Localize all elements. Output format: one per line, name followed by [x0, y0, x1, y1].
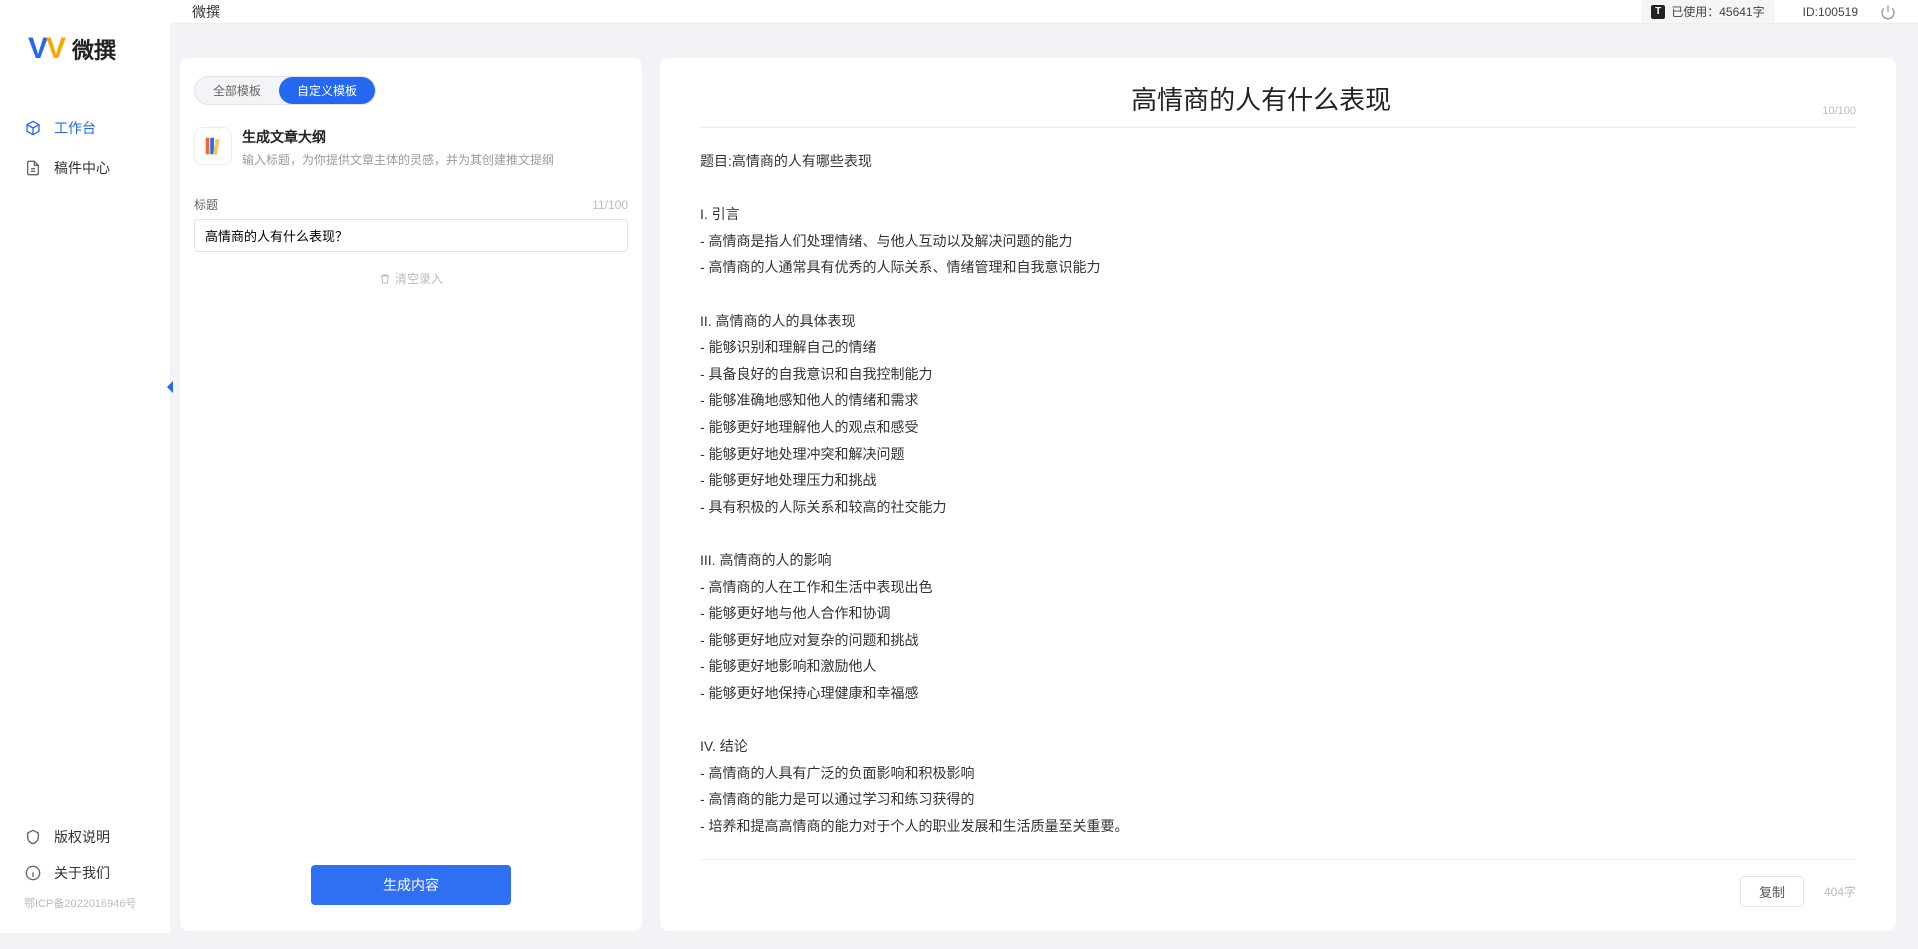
- copy-button[interactable]: 复制: [1740, 876, 1804, 907]
- generate-button[interactable]: 生成内容: [311, 865, 511, 905]
- info-icon: [24, 864, 42, 882]
- sidebar-item-about[interactable]: 关于我们: [0, 855, 170, 891]
- tab-all-templates[interactable]: 全部模板: [195, 77, 279, 104]
- document-title-counter: 10/100: [1822, 105, 1856, 117]
- books-icon: [194, 127, 232, 165]
- main: 微撰 T 已使用： 45641字 ID:100519 全部模板 自定义模板: [170, 0, 1918, 933]
- sidebar-item-label: 工作台: [54, 118, 96, 138]
- document-title[interactable]: 高情商的人有什么表现: [700, 80, 1822, 117]
- word-count: 404字: [1824, 883, 1856, 900]
- usage-pill[interactable]: T 已使用： 45641字: [1641, 0, 1774, 23]
- template-desc: 输入标题，为你提供文章主体的灵感，并为其创建推文提纲: [242, 151, 554, 168]
- title-form: 标题 11/100 清空录入: [180, 182, 642, 287]
- clear-input-button[interactable]: 清空录入: [194, 270, 628, 287]
- logo-text: 微撰: [72, 33, 116, 65]
- icp-text: 鄂ICP备2022016946号: [0, 891, 170, 921]
- tab-custom-templates[interactable]: 自定义模板: [279, 77, 375, 104]
- cube-icon: [24, 119, 42, 137]
- sidebar-item-label: 版权说明: [54, 827, 110, 847]
- template-panel: 全部模板 自定义模板 生成文章大纲 输入标题，为你提供文章主体的灵感，并为其创建…: [180, 58, 642, 931]
- user-id: ID:100519: [1803, 5, 1858, 19]
- nav-main: 工作台 稿件中心: [0, 96, 170, 200]
- shield-icon: [24, 828, 42, 846]
- title-input[interactable]: [194, 219, 628, 252]
- sidebar-item-label: 关于我们: [54, 863, 110, 883]
- document-body[interactable]: 题目:高情商的人有哪些表现 I. 引言 - 高情商是指人们处理情绪、与他人互动以…: [660, 128, 1896, 859]
- page-title: 微撰: [192, 2, 220, 22]
- sidebar: VV 微撰 工作台 稿件中心 版权说明: [0, 0, 170, 933]
- sidebar-item-workspace[interactable]: 工作台: [0, 108, 170, 148]
- output-panel: 高情商的人有什么表现 10/100 题目:高情商的人有哪些表现 I. 引言 - …: [660, 58, 1896, 931]
- title-label: 标题: [194, 196, 218, 213]
- template-title: 生成文章大纲: [242, 127, 554, 147]
- t-badge-icon: T: [1651, 5, 1665, 19]
- logo: VV 微撰: [0, 32, 170, 96]
- usage-prefix: 已使用：: [1671, 3, 1719, 20]
- sidebar-item-copyright[interactable]: 版权说明: [0, 819, 170, 855]
- sidebar-item-label: 稿件中心: [54, 158, 110, 178]
- sidebar-bottom: 版权说明 关于我们 鄂ICP备2022016946号: [0, 819, 170, 933]
- workspace: 全部模板 自定义模板 生成文章大纲 输入标题，为你提供文章主体的灵感，并为其创建…: [170, 24, 1918, 949]
- clear-label: 清空录入: [395, 270, 443, 287]
- document-footer: 复制 404字: [700, 859, 1856, 931]
- doc-icon: [24, 159, 42, 177]
- sidebar-collapse-handle[interactable]: [160, 372, 180, 402]
- usage-value: 45641字: [1719, 3, 1764, 20]
- logo-icon: VV: [28, 32, 64, 66]
- sidebar-item-drafts[interactable]: 稿件中心: [0, 148, 170, 188]
- power-icon[interactable]: [1880, 4, 1896, 20]
- template-tabs: 全部模板 自定义模板: [194, 76, 376, 105]
- topbar: 微撰 T 已使用： 45641字 ID:100519: [170, 0, 1918, 24]
- title-char-count: 11/100: [592, 198, 628, 212]
- template-card: 生成文章大纲 输入标题，为你提供文章主体的灵感，并为其创建推文提纲: [180, 119, 642, 182]
